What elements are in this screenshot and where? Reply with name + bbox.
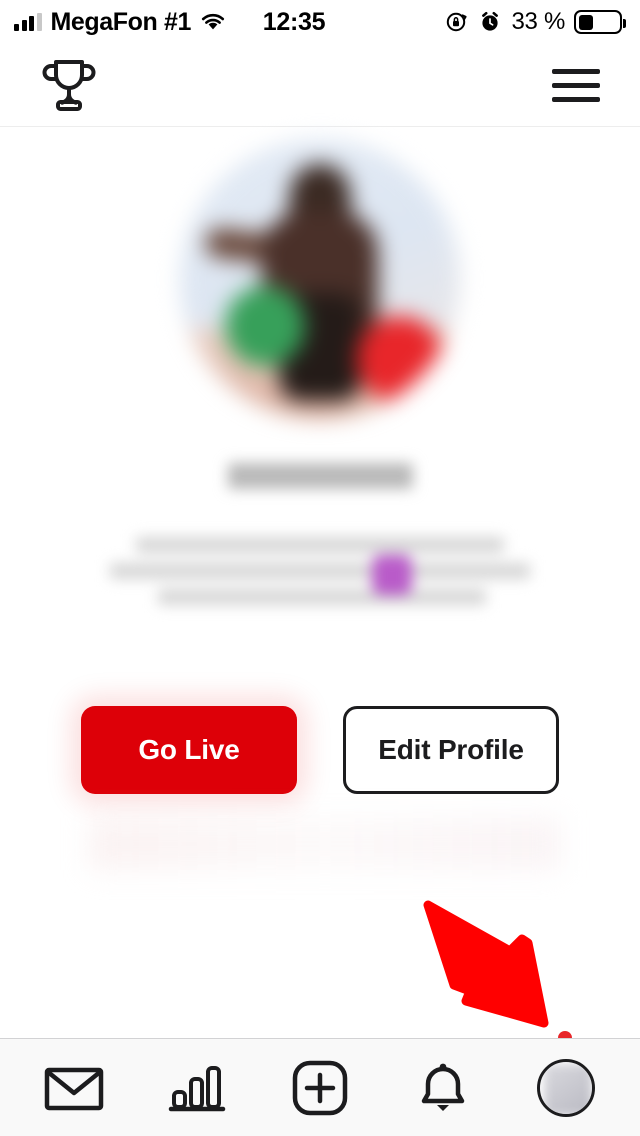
plus-square-icon xyxy=(292,1060,348,1115)
hamburger-menu-icon xyxy=(552,68,600,102)
bottom-navigation-bar xyxy=(0,1038,640,1136)
status-bar-left: MegaFon #1 xyxy=(14,7,226,36)
status-bar: MegaFon #1 12:35 33 % xyxy=(0,0,640,44)
nav-item-messages[interactable] xyxy=(26,1049,122,1127)
hamburger-menu-button[interactable] xyxy=(552,68,600,102)
app-root: MegaFon #1 12:35 33 % Go Live Edit Profi… xyxy=(0,0,640,1136)
clock-label: 12:35 xyxy=(262,7,326,36)
nav-item-notifications[interactable] xyxy=(395,1049,491,1127)
edit-profile-button[interactable]: Edit Profile xyxy=(343,706,559,794)
profile-bio xyxy=(100,533,540,615)
alarm-clock-icon xyxy=(482,11,499,31)
go-live-button[interactable]: Go Live xyxy=(81,706,297,794)
trophy-button[interactable] xyxy=(42,57,96,113)
bar-chart-icon xyxy=(168,1065,226,1111)
profile-avatar-image xyxy=(180,139,460,419)
app-header xyxy=(0,44,640,127)
profile-action-buttons: Go Live Edit Profile xyxy=(0,706,640,794)
nav-item-stats[interactable] xyxy=(149,1049,245,1127)
nav-item-create[interactable] xyxy=(272,1049,368,1127)
battery-fill xyxy=(578,14,593,30)
nav-item-profile[interactable] xyxy=(518,1049,614,1127)
bell-icon xyxy=(421,1063,465,1111)
bio-emoji-icon xyxy=(372,555,412,595)
blurred-content-band xyxy=(90,818,560,870)
wifi-icon xyxy=(201,13,225,30)
signal-bars-icon xyxy=(14,13,42,31)
battery-icon xyxy=(574,10,626,34)
trophy-icon xyxy=(42,60,96,111)
rotation-lock-icon xyxy=(447,12,468,32)
envelope-icon xyxy=(44,1067,103,1110)
avatar-icon xyxy=(537,1058,596,1117)
status-bar-right: 33 % xyxy=(445,8,626,36)
carrier-label: MegaFon #1 xyxy=(50,7,192,36)
profile-avatar-wrapper[interactable] xyxy=(180,139,460,419)
battery-percent-label: 33 % xyxy=(511,8,565,35)
profile-username xyxy=(227,463,413,489)
profile-section xyxy=(0,127,640,615)
red-arrow-pointing-down-right xyxy=(423,900,549,1028)
